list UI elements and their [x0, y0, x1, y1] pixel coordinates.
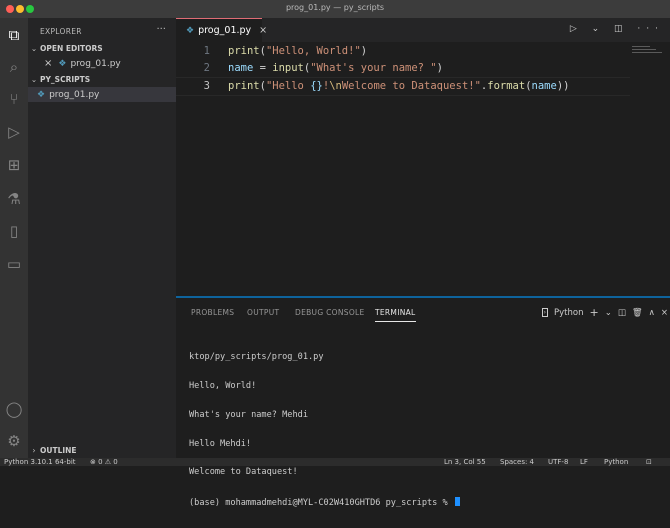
- code-line[interactable]: 2 name = input("What's your name? "): [176, 60, 630, 77]
- code-token: "What's your name? ": [310, 62, 437, 74]
- terminal-actions: › Python + ⌄ ◫ 🗑 ∧ ×: [541, 306, 668, 319]
- terminal-dropdown-button[interactable]: ⌄: [605, 308, 612, 318]
- terminal-line: What's your name? Mehdi: [189, 409, 308, 420]
- terminal-line: Welcome to Dataquest!: [189, 467, 298, 478]
- code-text: name = input("What's your name? "): [228, 60, 443, 77]
- tab-prog-01[interactable]: ❖ prog_01.py ×: [176, 18, 267, 42]
- terminal-line: Hello, World!: [189, 380, 257, 391]
- terminal-shell-label[interactable]: Python: [554, 308, 583, 318]
- terminal-cursor: [454, 497, 460, 507]
- python-file-icon: ❖: [186, 25, 195, 36]
- file-tree-filename: prog_01.py: [49, 89, 100, 100]
- terminal-line: ktop/py_scripts/prog_01.py: [189, 352, 324, 363]
- gear-icon[interactable]: ⚙: [4, 431, 24, 451]
- chevron-down-icon: ⌄: [30, 44, 38, 53]
- file-tree-item[interactable]: ❖ prog_01.py: [28, 87, 176, 102]
- problems-count[interactable]: ⊗ 0 ⚠ 0: [90, 458, 118, 466]
- tab-output[interactable]: OUTPUT: [247, 308, 279, 317]
- code-token: =: [253, 62, 273, 74]
- py-scripts-section[interactable]: ⌄ PY_SCRIPTS: [28, 75, 176, 84]
- code-line[interactable]: 1 print("Hello, World!"): [176, 43, 630, 60]
- open-editor-item[interactable]: × ❖ prog_01.py: [28, 56, 176, 71]
- title-bar: prog_01.py — py_scripts: [0, 0, 670, 19]
- split-terminal-button[interactable]: ◫: [618, 308, 626, 318]
- terminal-panel: PROBLEMS OUTPUT DEBUG CONSOLE TERMINAL ›…: [176, 296, 670, 508]
- terminal-line: Hello Mehdi!: [189, 438, 252, 449]
- kill-terminal-button[interactable]: 🗑: [632, 308, 643, 318]
- line-number: 3: [203, 80, 210, 92]
- minimap[interactable]: [632, 46, 662, 54]
- encoding[interactable]: UTF-8: [548, 458, 568, 466]
- explorer-title: EXPLORER: [40, 27, 82, 36]
- code-token: name: [531, 80, 557, 92]
- feedback-icon[interactable]: ⊡: [646, 458, 652, 466]
- status-bar: Python 3.10.1 64-bit ⊗ 0 ⚠ 0 Ln 3, Col 5…: [0, 458, 670, 466]
- open-editors-section[interactable]: ⌄ OPEN EDITORS: [28, 44, 176, 53]
- python-interpreter[interactable]: Python 3.10.1 64-bit: [4, 458, 76, 466]
- code-token: {}: [310, 80, 323, 92]
- code-token: Welcome to Dataquest!": [341, 80, 481, 92]
- extensions-icon[interactable]: ⊞: [4, 155, 24, 175]
- code-token: "Hello, World!": [265, 45, 361, 57]
- tab-problems[interactable]: PROBLEMS: [191, 308, 234, 317]
- flask-icon[interactable]: ⚗: [4, 189, 24, 209]
- editor-actions[interactable]: ▷ ⌄ ◫ ···: [570, 24, 664, 34]
- outline-label: OUTLINE: [40, 446, 77, 455]
- line-ending[interactable]: LF: [580, 458, 588, 466]
- tab-terminal[interactable]: TERMINAL: [375, 308, 416, 322]
- run-debug-icon[interactable]: ▷: [4, 122, 24, 142]
- chevron-right-icon: ›: [32, 446, 36, 455]
- code-token: ): [360, 45, 368, 57]
- code-token: \n: [329, 80, 342, 92]
- line-number: 2: [203, 62, 210, 74]
- code-token: ): [436, 62, 443, 74]
- new-terminal-button[interactable]: +: [589, 306, 598, 319]
- close-editor-button[interactable]: ×: [44, 58, 52, 69]
- code-token: format: [487, 80, 526, 92]
- code-token: input: [272, 62, 304, 74]
- language-mode[interactable]: Python: [604, 458, 628, 466]
- book-icon[interactable]: ▯: [4, 221, 24, 241]
- editor-tabs: ❖ prog_01.py × ▷ ⌄ ◫ ···: [176, 18, 670, 42]
- more-actions-button[interactable]: ···: [156, 24, 166, 35]
- source-control-icon[interactable]: ⑂: [4, 89, 24, 109]
- terminal-output[interactable]: ktop/py_scripts/prog_01.py Hello, World!…: [189, 334, 460, 528]
- code-token: name: [228, 62, 254, 74]
- search-icon[interactable]: ⌕: [4, 57, 24, 77]
- open-editors-label: OPEN EDITORS: [40, 44, 103, 53]
- explorer-sidebar: EXPLORER ··· ⌄ OPEN EDITORS × ❖ prog_01.p…: [28, 18, 176, 458]
- code-token: print: [228, 80, 260, 92]
- window-title: prog_01.py — py_scripts: [285, 3, 385, 12]
- activity-bar: ⧉ ⌕ ⑂ ▷ ⊞ ⚗ ▯ ▭ ◯ ⚙: [0, 18, 28, 458]
- code-token: "Hello: [265, 80, 311, 92]
- code-editor[interactable]: 1 print("Hello, World!") 2 name = input("Wh…: [176, 42, 670, 296]
- explorer-icon[interactable]: ⧉: [4, 25, 24, 45]
- tab-debug-console[interactable]: DEBUG CONSOLE: [295, 308, 365, 317]
- close-tab-button[interactable]: ×: [259, 25, 267, 36]
- code-line[interactable]: 3 print("Hello {}!\nWelcome to Dataquest!…: [176, 77, 630, 96]
- code-token: )): [556, 80, 570, 92]
- open-editor-filename: prog_01.py: [70, 58, 121, 69]
- chevron-down-icon: ⌄: [30, 75, 38, 84]
- line-number: 1: [203, 45, 210, 57]
- code-token: print: [228, 45, 260, 57]
- code-text: print("Hello, World!"): [228, 43, 367, 60]
- code-text: print("Hello {}!\nWelcome to Dataquest!"…: [228, 78, 569, 95]
- close-panel-button[interactable]: ×: [661, 308, 668, 318]
- python-file-icon: ❖: [37, 89, 46, 100]
- account-icon[interactable]: ◯: [4, 399, 24, 419]
- indentation[interactable]: Spaces: 4: [500, 458, 534, 466]
- terminal-icon: ›: [541, 308, 548, 317]
- maximize-panel-button[interactable]: ∧: [649, 308, 655, 318]
- outline-section[interactable]: › OUTLINE: [28, 446, 176, 455]
- terminal-prompt: (base) mohammadmehdi@MYL-C02W410GHTD6 py…: [189, 498, 453, 509]
- python-file-icon: ❖: [58, 58, 67, 69]
- folder-label: PY_SCRIPTS: [40, 75, 91, 84]
- cursor-position[interactable]: Ln 3, Col 55: [444, 458, 486, 466]
- tab-label: prog_01.py: [198, 25, 252, 36]
- remote-explorer-icon[interactable]: ▭: [4, 254, 24, 274]
